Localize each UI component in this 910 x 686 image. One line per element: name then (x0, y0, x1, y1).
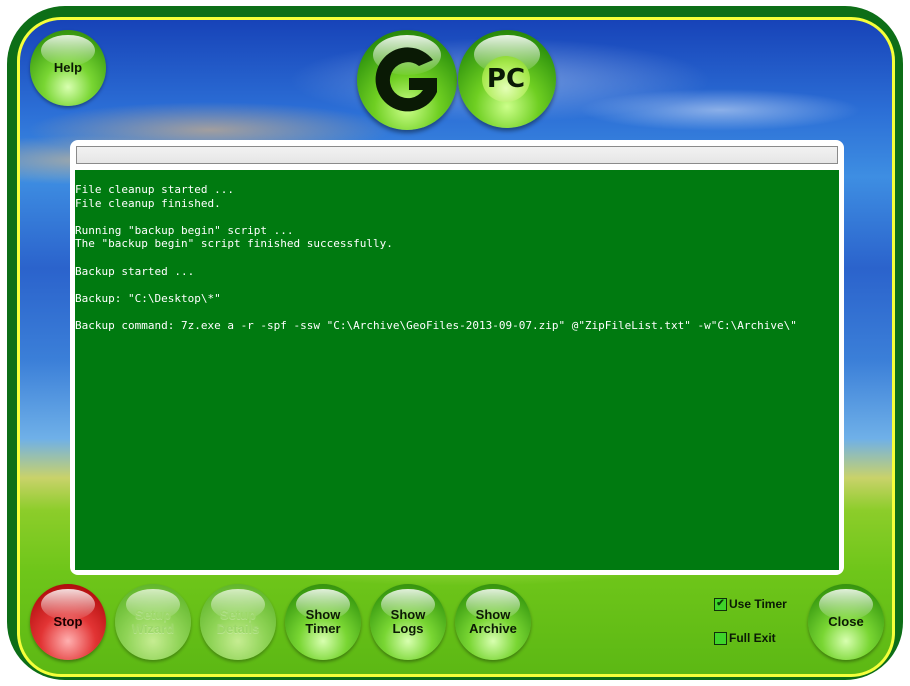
log-console[interactable]: File cleanup started ... File cleanup fin… (75, 170, 839, 570)
setup-details-button-label: Setup Details (216, 607, 260, 636)
close-button-label: Close (828, 614, 864, 629)
use-timer-label: Use Timer (729, 597, 787, 611)
console-line: The "backup begin" script finished succe… (75, 237, 393, 251)
full-exit-option[interactable]: Full Exit (714, 631, 776, 645)
setup-details-button[interactable]: Setup Details (200, 584, 276, 660)
show-archive-button-label: Show Archive (469, 607, 517, 636)
console-line: File cleanup finished. (75, 196, 221, 210)
console-line: Running "backup begin" script ... (75, 223, 294, 237)
logo-g-orb (357, 30, 457, 130)
help-button[interactable]: Help (30, 30, 106, 106)
console-line: Backup started ... (75, 264, 195, 278)
logo-pc-orb: PC (458, 30, 556, 128)
console-line: Backup: "C:\Desktop\*" (75, 291, 221, 305)
show-timer-button[interactable]: Show Timer (285, 584, 361, 660)
console-line: File cleanup started ... (75, 183, 234, 196)
show-archive-button[interactable]: Show Archive (455, 584, 531, 660)
show-logs-button-label: Show Logs (390, 607, 426, 636)
full-exit-label: Full Exit (729, 631, 776, 645)
setup-wizard-button-label: Setup Wizard (131, 607, 175, 636)
console-line: Backup command: 7z.exe a -r -spf -ssw "C… (75, 318, 797, 332)
show-logs-button[interactable]: Show Logs (370, 584, 446, 660)
full-exit-checkbox[interactable] (714, 631, 727, 645)
logo-g-letter (375, 47, 437, 112)
show-timer-button-label: Show Timer (305, 607, 341, 636)
logo-pc-label: PC (482, 56, 530, 102)
close-button[interactable]: Close (808, 584, 884, 660)
setup-wizard-button[interactable]: Setup Wizard (115, 584, 191, 660)
stop-button-label: Stop (53, 614, 83, 629)
progress-bar (76, 146, 838, 164)
help-button-label: Help (53, 60, 83, 75)
use-timer-checkbox[interactable]: ✔ (714, 597, 727, 611)
use-timer-option[interactable]: ✔ Use Timer (714, 597, 787, 611)
stop-button[interactable]: Stop (30, 584, 106, 660)
